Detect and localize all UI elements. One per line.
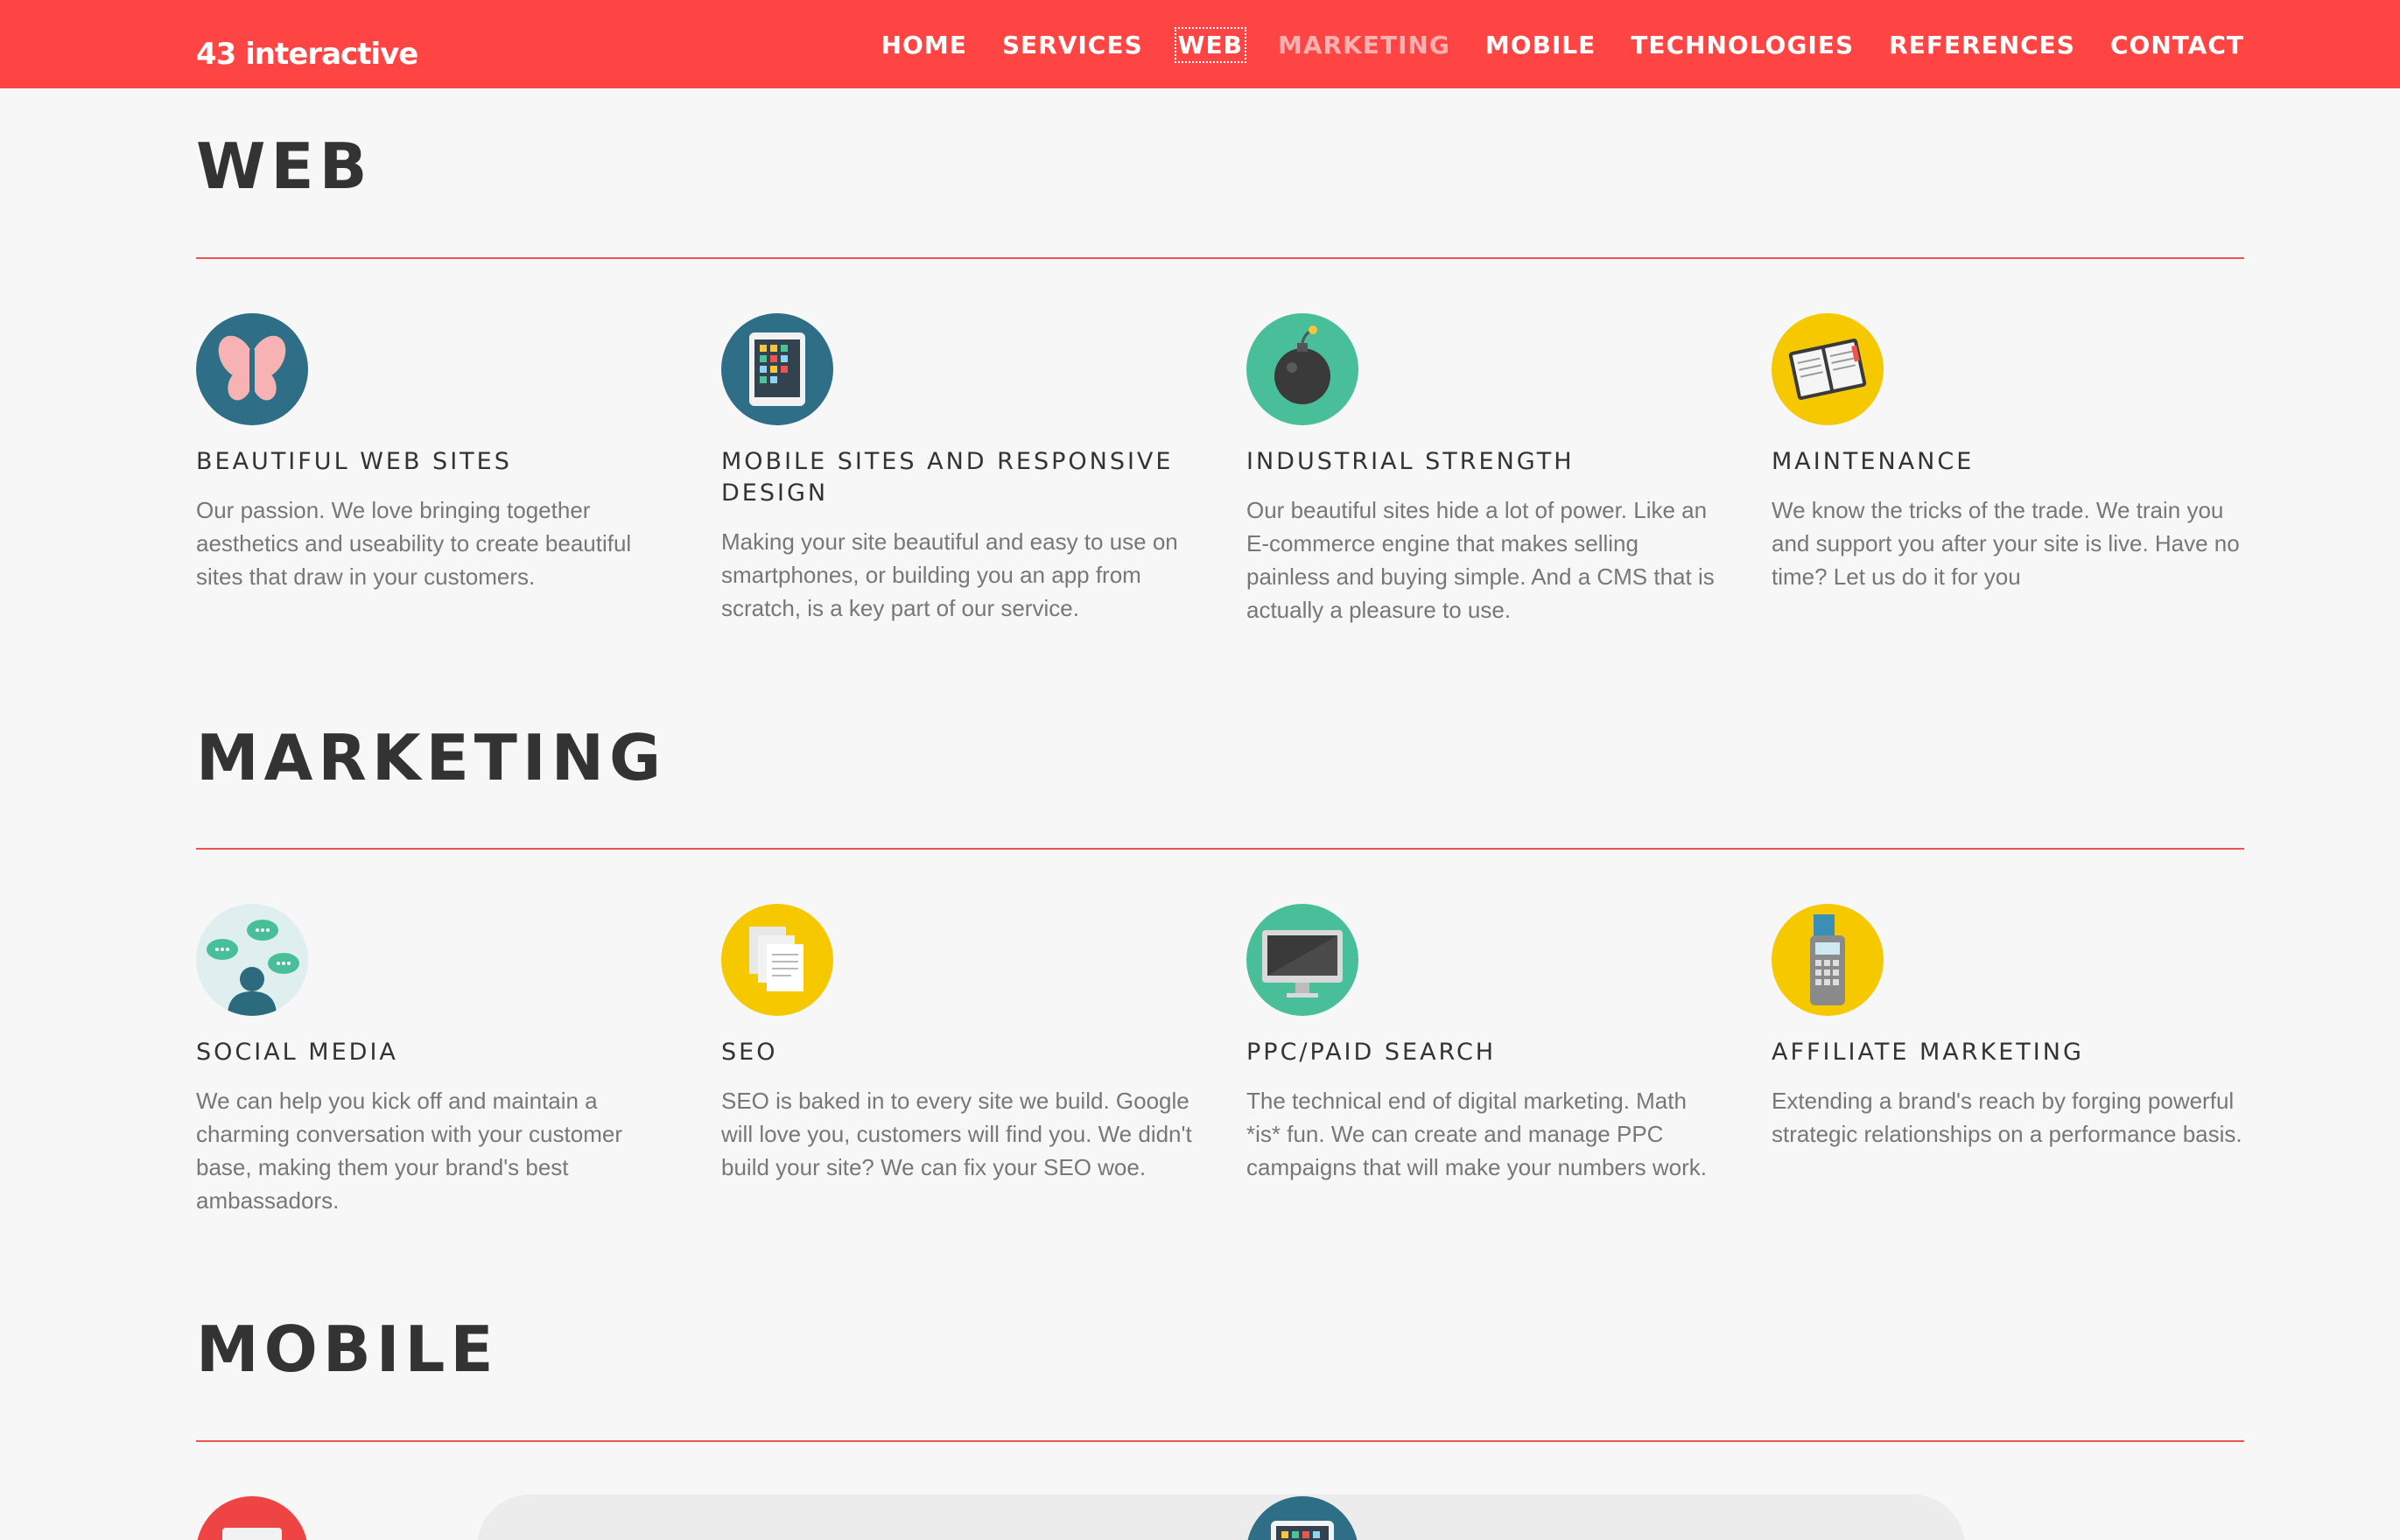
butterfly-icon bbox=[196, 313, 308, 425]
nav-item-web[interactable]: WEB bbox=[1174, 27, 1247, 63]
nav-item-references[interactable]: REFERENCES bbox=[1889, 31, 2075, 60]
service-card-ppc-paid-search: PPC/PAID SEARCH The technical end of dig… bbox=[1246, 904, 1719, 1184]
service-card-industrial-strength: INDUSTRIAL STRENGTH Our beautiful sites … bbox=[1246, 313, 1719, 626]
section-divider bbox=[196, 1440, 2244, 1442]
nav-item-services[interactable]: SERVICES bbox=[1002, 31, 1143, 60]
card-text: The technical end of digital marketing. … bbox=[1246, 1088, 1707, 1180]
card-text: We can help you kick off and maintain a … bbox=[196, 1088, 622, 1214]
manual-icon bbox=[1772, 313, 1884, 425]
service-card-affiliate-marketing: AFFILIATE MARKETING Extending a brand's … bbox=[1772, 904, 2244, 1151]
site-logo[interactable]: 43 interactive bbox=[196, 37, 418, 72]
section-divider bbox=[196, 257, 2244, 259]
card-title: SEO bbox=[721, 1039, 778, 1066]
card-title: MOBILE SITES AND RESPONSIVE DESIGN bbox=[721, 448, 1174, 507]
section-title-marketing: MARKETING bbox=[196, 721, 667, 794]
card-title: MAINTENANCE bbox=[1772, 448, 1975, 475]
nav-item-marketing[interactable]: MARKETING bbox=[1278, 31, 1450, 60]
mobile-app-icon bbox=[196, 1496, 308, 1540]
card-title: BEAUTIFUL WEB SITES bbox=[196, 448, 512, 475]
nav-item-mobile[interactable]: MOBILE bbox=[1485, 31, 1596, 60]
card-title: SOCIAL MEDIA bbox=[196, 1039, 398, 1066]
chat-bubbles-icon bbox=[196, 904, 308, 1016]
card-text: We know the tricks of the trade. We trai… bbox=[1772, 497, 2240, 590]
nav-item-home[interactable]: HOME bbox=[881, 31, 967, 60]
nav-item-technologies[interactable]: TECHNOLOGIES bbox=[1631, 31, 1854, 60]
card-text: Our passion. We love bringing together a… bbox=[196, 497, 632, 590]
tablet-icon bbox=[721, 313, 833, 425]
card-title: INDUSTRIAL STRENGTH bbox=[1246, 448, 1575, 475]
nav-item-contact[interactable]: CONTACT bbox=[2110, 31, 2244, 60]
mobile-showcase-panel bbox=[477, 1494, 1965, 1540]
service-card-social-media: SOCIAL MEDIA We can help you kick off an… bbox=[196, 904, 669, 1217]
top-navbar: 43 interactive HOME SERVICES WEB MARKETI… bbox=[0, 0, 2400, 88]
section-title-mobile: MOBILE bbox=[196, 1312, 499, 1386]
main-nav: HOME SERVICES WEB MARKETING MOBILE TECHN… bbox=[881, 27, 2244, 63]
card-terminal-icon bbox=[1772, 904, 1884, 1016]
card-text: Making your site beautiful and easy to u… bbox=[721, 528, 1178, 621]
card-text: Our beautiful sites hide a lot of power.… bbox=[1246, 497, 1715, 623]
card-text: Extending a brand's reach by forging pow… bbox=[1772, 1088, 2242, 1147]
service-card-beautiful-web-sites: BEAUTIFUL WEB SITES Our passion. We love… bbox=[196, 313, 669, 593]
card-title: AFFILIATE MARKETING bbox=[1772, 1039, 2084, 1066]
service-card-mobile-sites: MOBILE SITES AND RESPONSIVE DESIGN Makin… bbox=[721, 313, 1194, 625]
bomb-icon bbox=[1246, 313, 1358, 425]
section-title-web: WEB bbox=[196, 130, 373, 203]
service-card-maintenance: MAINTENANCE We know the tricks of the tr… bbox=[1772, 313, 2244, 593]
documents-icon bbox=[721, 904, 833, 1016]
service-card-seo: SEO SEO is baked in to every site we bui… bbox=[721, 904, 1194, 1184]
monitor-icon bbox=[1246, 904, 1358, 1016]
section-divider bbox=[196, 848, 2244, 850]
card-title: PPC/PAID SEARCH bbox=[1246, 1039, 1497, 1066]
card-text: SEO is baked in to every site we build. … bbox=[721, 1088, 1192, 1180]
